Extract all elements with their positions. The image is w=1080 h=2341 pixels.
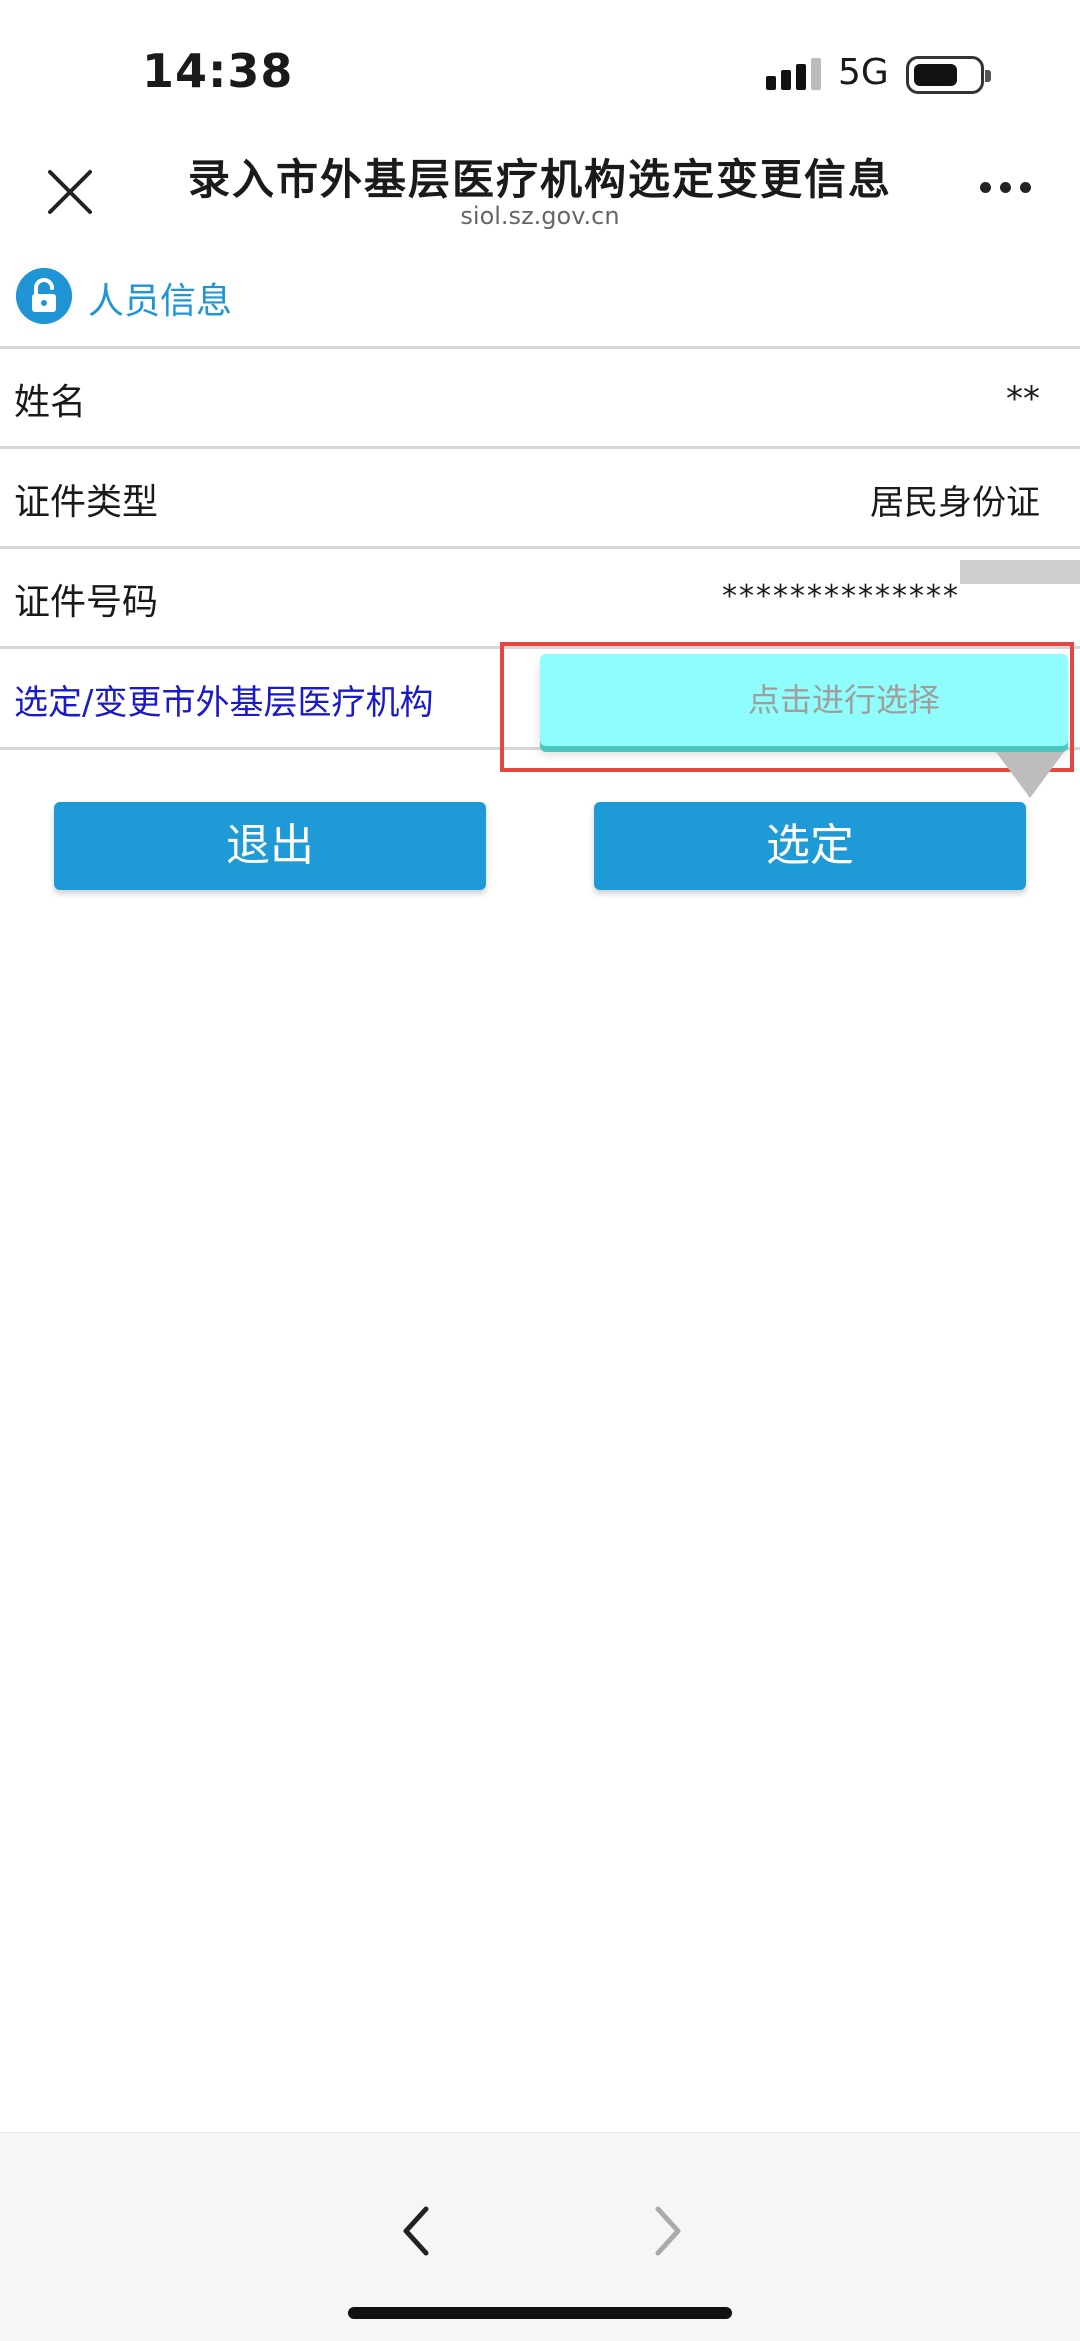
page-title: 录入市外基层医疗机构选定变更信息 [187, 155, 892, 204]
lock-icon [16, 268, 72, 324]
name-value: ** [1006, 379, 1040, 419]
org-label: 选定/变更市外基层医疗机构 [14, 683, 434, 723]
id-number-label: 证件号码 [14, 582, 159, 623]
page: 14:38 5G 录入市外基层医疗机构选定变更信息 siol.sz.gov.cn [0, 0, 1080, 2341]
home-indicator [348, 2307, 732, 2319]
chevron-right-icon[interactable] [648, 2203, 688, 2259]
battery-fill [914, 64, 957, 86]
name-label: 姓名 [14, 382, 87, 423]
row-id-type: 证件类型 居民身份证 [0, 446, 1080, 546]
section-title: 人员信息 [88, 281, 233, 322]
section-header: 人员信息 [0, 258, 1080, 344]
exit-button[interactable]: 退出 [54, 802, 486, 890]
row-id-number: 证件号码 ************** [0, 546, 1080, 646]
id-number-value: ************** [722, 579, 960, 614]
select-button[interactable]: 选定 [594, 802, 1026, 890]
network-label: 5G [838, 52, 889, 93]
chevron-left-icon[interactable] [396, 2203, 436, 2259]
id-type-label: 证件类型 [14, 482, 159, 523]
highlight-box [500, 642, 1074, 772]
dropdown-arrow-icon[interactable] [996, 752, 1064, 798]
status-time: 14:38 [142, 44, 294, 98]
status-bar: 14:38 5G [0, 0, 1080, 140]
bottom-nav [0, 2132, 1080, 2341]
battery-icon [906, 56, 991, 94]
id-type-value: 居民身份证 [870, 483, 1040, 523]
title-bar: 录入市外基层医疗机构选定变更信息 siol.sz.gov.cn [0, 140, 1080, 240]
signal-icon [766, 58, 822, 90]
scroll-tab [960, 560, 1080, 584]
more-icon[interactable] [980, 182, 1036, 198]
page-domain: siol.sz.gov.cn [460, 202, 620, 230]
row-name: 姓名 ** [0, 346, 1080, 446]
